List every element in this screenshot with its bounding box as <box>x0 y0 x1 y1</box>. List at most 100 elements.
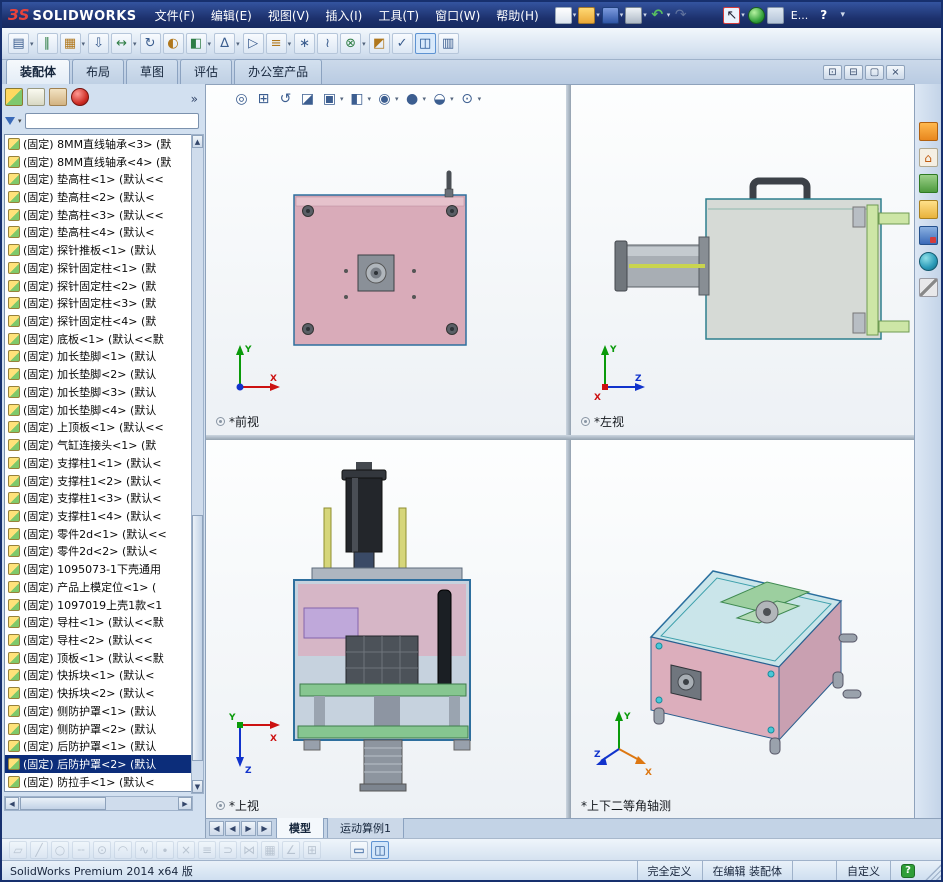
tree-item[interactable]: (固定) 快拆块<2> (默认< <box>5 684 191 702</box>
configurationmanager-icon[interactable] <box>49 88 67 106</box>
tree-filter-input[interactable] <box>24 113 199 129</box>
tree-item[interactable]: (固定) 探针推板<1> (默认 <box>5 241 191 259</box>
top-viewport[interactable]: X Z Y *上视 <box>206 440 566 819</box>
linear-sketch-pattern-icon[interactable]: ▦ <box>261 840 279 859</box>
tree-horizontal-scrollbar[interactable]: ◀ ▶ <box>4 796 193 811</box>
display-style-icon[interactable]: ◧ <box>348 89 367 108</box>
pane-display-icon[interactable]: ▥ <box>437 33 459 54</box>
dropdown-caret-icon[interactable]: ▾ <box>395 95 399 103</box>
tree-item[interactable]: (固定) 垫高柱<4> (默认< <box>5 224 191 242</box>
save-icon[interactable] <box>601 6 619 24</box>
tree-item[interactable]: (固定) 8MM直线轴承<4> (默 <box>5 153 191 171</box>
bill-of-materials-icon[interactable]: ≡ <box>265 33 287 54</box>
previous-view-icon[interactable]: ↺ <box>276 89 295 108</box>
dropdown-caret-icon[interactable]: ▾ <box>667 11 671 19</box>
select-arrow-icon[interactable]: ↖ <box>723 6 741 24</box>
panel-chevron[interactable]: » <box>191 92 198 106</box>
reference-geometry-icon[interactable]: ∆ <box>214 33 236 54</box>
new-motion-study-icon[interactable]: ▷ <box>242 33 264 54</box>
dropdown-caret-icon[interactable]: ▾ <box>643 11 647 19</box>
assembly-visualization-icon[interactable]: ◩ <box>368 33 390 54</box>
tree-item[interactable]: (固定) 零件2d<1> (默认<< <box>5 525 191 543</box>
print-icon[interactable] <box>625 6 643 24</box>
first-tab-icon[interactable]: ◀ <box>209 821 224 836</box>
help-icon[interactable]: ? <box>815 7 832 24</box>
tree-item[interactable]: (固定) 侧防护罩<1> (默认 <box>5 702 191 720</box>
menu-item[interactable]: 工具(T) <box>370 3 427 28</box>
view-orientation-icon[interactable]: ▣ <box>320 89 339 108</box>
close-window-icon[interactable]: × <box>886 65 905 80</box>
dropdown-caret-icon[interactable]: ▾ <box>741 11 745 19</box>
open-icon[interactable] <box>578 6 596 24</box>
point-icon[interactable]: ∙ <box>156 840 174 859</box>
toolbox-icon[interactable] <box>918 226 938 245</box>
dropdown-caret-icon[interactable]: ▾ <box>82 40 86 48</box>
model-tab[interactable]: 运动算例1 <box>327 817 404 840</box>
arc-icon[interactable]: ◠ <box>114 840 132 859</box>
circle-icon[interactable]: ○ <box>51 840 69 859</box>
rebuild-icon[interactable] <box>747 6 765 24</box>
tree-item[interactable]: (固定) 支撑柱1<3> (默认< <box>5 489 191 507</box>
grid-icon[interactable]: ⊞ <box>303 840 321 859</box>
dropdown-caret-icon[interactable]: ▾ <box>208 40 212 48</box>
menu-item[interactable]: 插入(I) <box>317 3 370 28</box>
show-hidden-components-icon[interactable]: ◐ <box>162 33 184 54</box>
dropdown-caret-icon[interactable]: ▾ <box>133 40 137 48</box>
hide-show-items-icon[interactable]: ◉ <box>375 89 394 108</box>
view-settings-icon[interactable] <box>766 6 784 24</box>
dropdown-caret-icon[interactable]: ▾ <box>478 95 482 103</box>
move-component-icon[interactable]: ↔ <box>111 33 133 54</box>
explode-line-sketch-icon[interactable]: ≀ <box>317 33 339 54</box>
new-document-icon[interactable] <box>554 6 572 24</box>
scroll-track[interactable] <box>192 148 203 780</box>
dropdown-caret-icon[interactable]: ▾ <box>573 11 577 19</box>
tree-item[interactable]: (固定) 加长垫脚<1> (默认 <box>5 348 191 366</box>
appearancemanager-icon[interactable] <box>71 88 89 106</box>
home-icon[interactable]: ⌂ <box>918 148 938 167</box>
scroll-left-icon[interactable]: ◀ <box>5 797 19 810</box>
next-tab-icon[interactable]: ▶ <box>241 821 256 836</box>
appearances-scenes-icon[interactable] <box>918 252 938 271</box>
menu-item[interactable]: 窗口(W) <box>427 3 488 28</box>
design-library-icon[interactable] <box>918 174 938 193</box>
tree-item[interactable]: (固定) 气缸连接头<1> (默 <box>5 436 191 454</box>
prev-tab-icon[interactable]: ◀ <box>225 821 240 836</box>
interference-detection-icon[interactable]: ⊗ <box>340 33 362 54</box>
scroll-thumb[interactable] <box>20 797 106 810</box>
dropdown-caret-icon[interactable]: ▾ <box>362 40 366 48</box>
tree-item[interactable]: (固定) 零件2d<2> (默认< <box>5 543 191 561</box>
tree-item[interactable]: (固定) 垫高柱<3> (默认<< <box>5 206 191 224</box>
vertical-splitter[interactable] <box>566 85 571 819</box>
tree-item[interactable]: (固定) 加长垫脚<2> (默认 <box>5 365 191 383</box>
scroll-up-icon[interactable]: ▲ <box>192 135 203 148</box>
tree-item[interactable]: (固定) 探针固定柱<2> (默 <box>5 277 191 295</box>
tree-item[interactable]: (固定) 1095073-1下壳通用 <box>5 560 191 578</box>
smart-fasteners-icon[interactable]: ⇩ <box>88 33 110 54</box>
tree-item[interactable]: (固定) 侧防护罩<2> (默认 <box>5 720 191 738</box>
tree-item[interactable]: (固定) 后防护罩<1> (默认 <box>5 737 191 755</box>
scroll-thumb[interactable] <box>192 514 203 762</box>
custom-properties-icon[interactable] <box>918 278 938 297</box>
tree-item[interactable]: (固定) 上顶板<1> (默认<< <box>5 419 191 437</box>
ribbon-tab[interactable]: 评估 <box>180 59 233 84</box>
dropdown-caret-icon[interactable]: ▾ <box>450 95 454 103</box>
sketch-icon[interactable]: ▱ <box>9 840 27 859</box>
menu-item[interactable]: 文件(F) <box>147 3 203 28</box>
spline-icon[interactable]: ∿ <box>135 840 153 859</box>
single-viewport-icon[interactable]: ▭ <box>350 840 368 859</box>
dropdown-caret-icon[interactable]: ▾ <box>340 95 344 103</box>
customize-button[interactable]: 自定义 <box>836 861 890 880</box>
tree-item[interactable]: (固定) 导柱<1> (默认<<默 <box>5 613 191 631</box>
ribbon-tab[interactable]: 办公室产品 <box>234 59 323 84</box>
toolbar-overflow-label[interactable]: E... <box>791 9 808 22</box>
dropdown-caret-icon[interactable]: ▾ <box>236 40 240 48</box>
toolbar-flyout-icon[interactable]: ▾ <box>834 7 851 24</box>
tree-item[interactable]: (固定) 底板<1> (默认<<默 <box>5 330 191 348</box>
mate-icon[interactable]: ∥ <box>36 33 58 54</box>
tree-item[interactable]: (固定) 1097019上壳1款<1 <box>5 596 191 614</box>
dropdown-caret-icon[interactable]: ▾ <box>423 95 427 103</box>
menu-item[interactable]: 视图(V) <box>260 3 318 28</box>
featuremanager-tree-icon[interactable] <box>5 88 23 106</box>
assembly-xpert-icon[interactable]: ✓ <box>391 33 413 54</box>
ellipse-icon[interactable]: ⊙ <box>93 840 111 859</box>
